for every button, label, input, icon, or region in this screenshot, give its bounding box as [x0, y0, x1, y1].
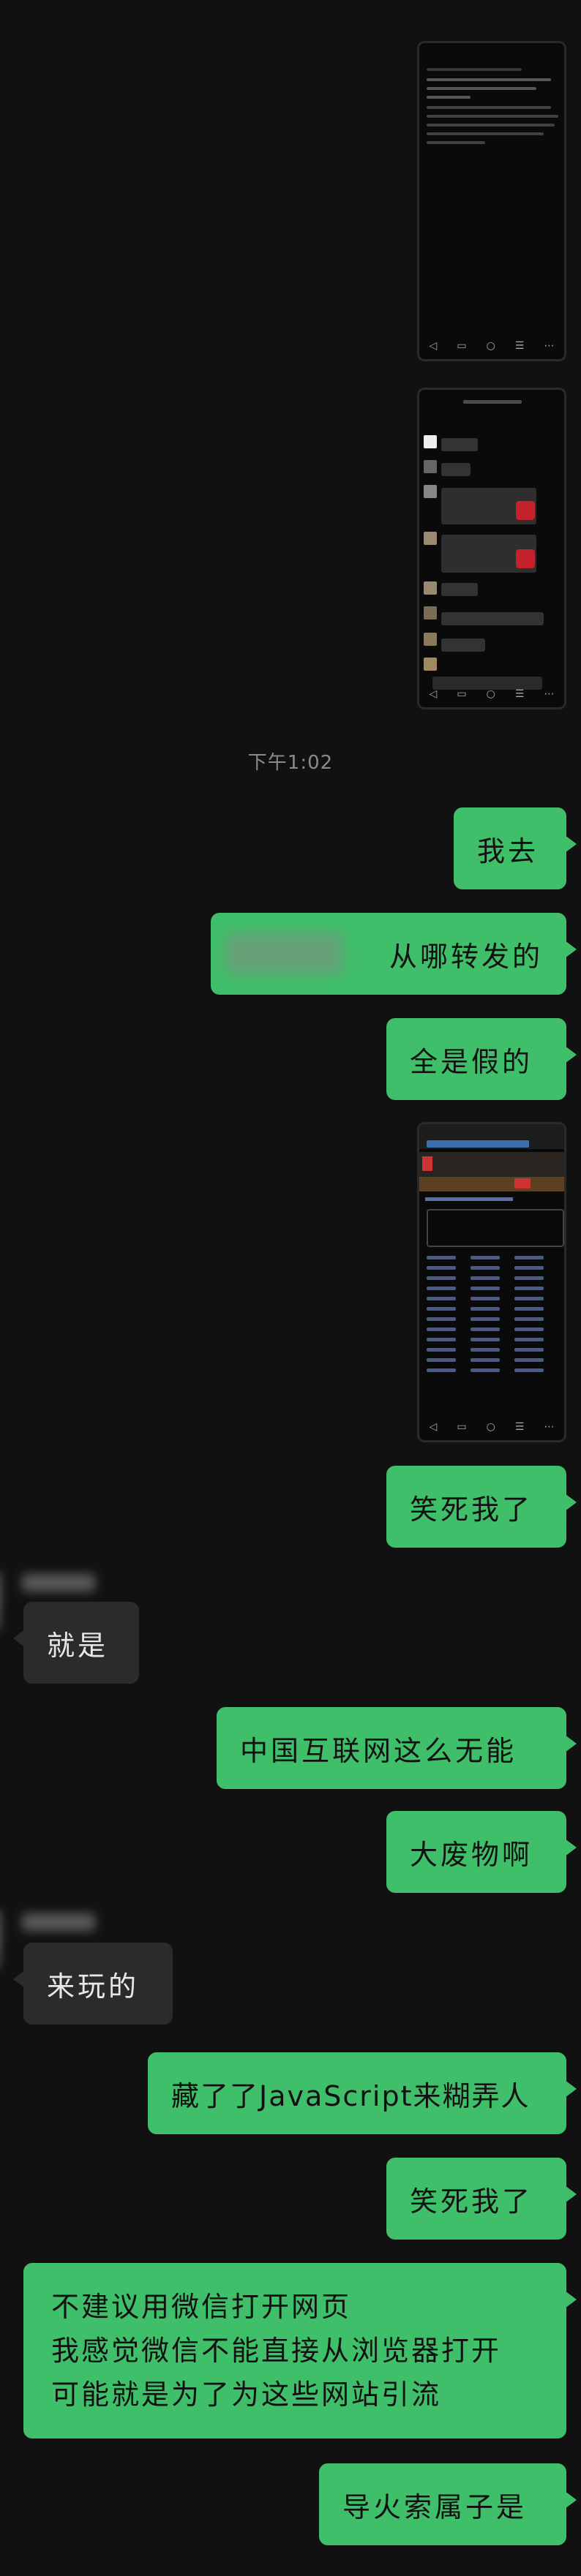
contact-name-blurred: [22, 1913, 95, 1931]
message-text: 藏了了JavaScript来糊弄人: [171, 2079, 531, 2112]
phone-nav-bar: ◁ ▭ ○ ☰ ⋯: [429, 340, 555, 352]
chat-image-screenshot-2[interactable]: ◁ ▭ ○ ☰ ⋯: [417, 388, 566, 709]
my-message-bubble[interactable]: 笑死我了: [386, 2158, 577, 2240]
other-message-bubble[interactable]: 来玩的: [13, 1943, 173, 2025]
message-text: 我去: [477, 835, 539, 867]
contact-avatar[interactable]: [0, 1910, 1, 1969]
my-message-bubble[interactable]: 藏了了JavaScript来糊弄人: [148, 2052, 577, 2134]
phone-nav-bar: ◁ ▭ ○ ☰ ⋯: [429, 688, 555, 700]
my-message-bubble[interactable]: 我去: [454, 807, 577, 889]
contact-avatar[interactable]: [0, 1573, 1, 1631]
other-message-bubble[interactable]: 就是: [13, 1602, 139, 1684]
my-message-bubble[interactable]: 中国互联网这么无能: [217, 1707, 577, 1789]
message-text: 大废物啊: [410, 1838, 533, 1871]
message-text: 就是: [47, 1629, 109, 1662]
message-text: 笑死我了: [410, 1493, 533, 1526]
my-message-bubble[interactable]: 笑死我了: [386, 1466, 577, 1548]
timestamp: 下午1:02: [247, 752, 334, 774]
my-message-bubble[interactable]: 大废物啊: [386, 1811, 577, 1893]
message-text: 笑死我了: [410, 2185, 533, 2218]
message-text: 导火索属子是: [342, 2490, 528, 2523]
message-text: 从哪转发的: [389, 940, 543, 973]
phone-nav-bar: ◁ ▭ ○ ☰ ⋯: [429, 1421, 555, 1433]
my-message-bubble[interactable]: 导火索属子是: [319, 2463, 577, 2545]
chat-image-screenshot-3[interactable]: ◁ ▭ ○ ☰ ⋯: [417, 1122, 566, 1442]
chat-image-screenshot-1[interactable]: ◁ ▭ ○ ☰ ⋯: [417, 41, 566, 361]
my-message-bubble[interactable]: 全是假的: [386, 1018, 577, 1100]
message-line: 不建议用微信打开网页: [51, 2291, 352, 2323]
message-text: 中国互联网这么无能: [240, 1734, 517, 1767]
contact-name-blurred: [22, 1574, 95, 1592]
message-line: 可能就是为了为这些网站引流: [51, 2379, 442, 2411]
my-message-bubble[interactable]: 从哪转发的: [211, 913, 577, 995]
message-text: 来玩的: [47, 1970, 140, 2003]
blurred-region: [225, 933, 342, 974]
my-message-bubble-multiline[interactable]: 不建议用微信打开网页 我感觉微信不能直接从浏览器打开 可能就是为了为这些网站引流: [23, 2263, 577, 2438]
message-line: 我感觉微信不能直接从浏览器打开: [51, 2335, 502, 2367]
message-text: 全是假的: [410, 1045, 533, 1078]
